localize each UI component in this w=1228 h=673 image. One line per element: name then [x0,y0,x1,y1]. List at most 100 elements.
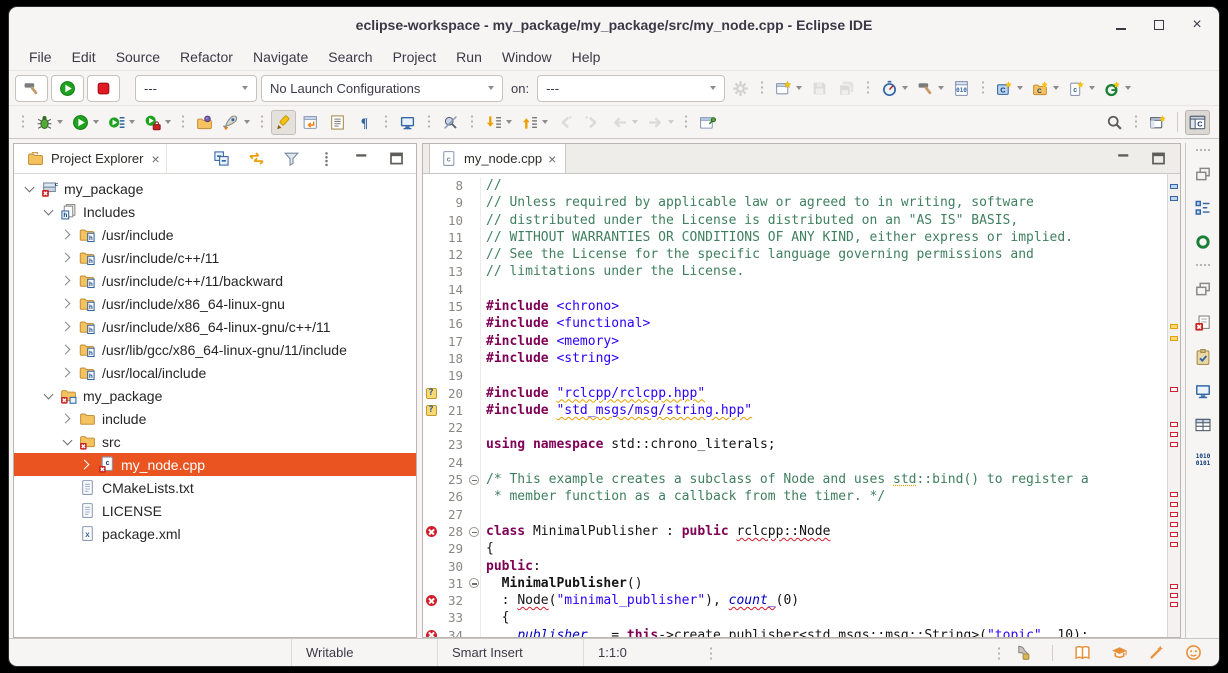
code-line-34[interactable]: 34 publisher_ = this->create_publisher<s… [423,627,1167,637]
save-all-button[interactable] [834,76,859,101]
menu-run[interactable]: Run [446,49,492,65]
chevron-down-icon[interactable] [902,86,908,90]
fold-marker-icon[interactable] [467,523,481,540]
chevron-expanded-icon[interactable] [43,206,54,217]
back-button[interactable] [607,110,641,135]
launch-mode-combo[interactable]: --- [135,75,257,102]
close-tab-icon[interactable]: × [548,151,556,167]
menu-edit[interactable]: Edit [62,49,106,65]
annotation-window-button[interactable] [298,110,323,135]
code-text[interactable]: * member function as a callback from the… [481,488,885,505]
code-line-30[interactable]: 30public: [423,558,1167,575]
code-line-8[interactable]: 8// [423,177,1167,194]
code-line-27[interactable]: 27 [423,506,1167,523]
warning-overview-mark[interactable] [1170,184,1178,189]
unresolved-include-marker-icon[interactable]: ? [426,405,437,416]
tree-item-my-package[interactable]: my_package [14,384,416,407]
restore-view-view-button[interactable] [1190,161,1215,186]
code-text[interactable]: { [481,609,509,626]
code-line-24[interactable]: 24 [423,454,1167,471]
warning-overview-mark[interactable] [1170,336,1178,341]
mark-occurrences-button[interactable] [438,110,463,135]
stop-button[interactable] [87,75,120,102]
tree-item-usr-include-x86-64-linux-gnu-c-11[interactable]: h/usr/include/x86_64-linux-gnu/c++/11 [14,315,416,338]
pin-editor-button[interactable] [695,110,720,135]
error-overview-mark[interactable] [1170,593,1178,598]
new-c-folder-button[interactable]: C [1028,76,1062,101]
code-text[interactable]: #include "std_msgs/msg/string.hpp" [481,402,752,419]
unresolved-include-marker-icon[interactable]: ? [426,388,437,399]
chevron-collapsed-icon[interactable] [62,275,73,286]
chevron-expanded-icon[interactable] [62,436,73,447]
code-line-21[interactable]: ?21#include "std_msgs/msg/string.hpp" [423,402,1167,419]
launch-target-combo[interactable]: --- [537,75,725,102]
error-overview-mark[interactable] [1170,542,1178,547]
code-text[interactable]: // distributed under the License is dist… [481,212,1018,229]
next-annotation-button[interactable] [481,110,515,135]
tasks-view-button[interactable] [1190,344,1215,369]
last-edit-forward-button[interactable]: * [580,110,605,135]
error-overview-mark[interactable] [1170,602,1178,607]
chevron-down-icon[interactable] [1017,86,1023,90]
minimize-editor-button[interactable] [1111,146,1136,171]
tree-item-package-xml[interactable]: xpackage.xml [14,522,416,545]
code-text[interactable]: // [481,177,502,194]
last-edit-back-button[interactable]: * [553,110,578,135]
tab-my-node-cpp[interactable]: c my_node.cpp × [429,144,566,173]
error-overview-mark[interactable] [1170,522,1178,527]
chevron-collapsed-icon[interactable] [81,459,92,470]
chevron-collapsed-icon[interactable] [62,252,73,263]
console-view-button[interactable] [1190,378,1215,403]
run-config-button[interactable] [104,110,138,135]
launch-config-combo[interactable]: No Launch Configurations [261,75,503,102]
graduation-cap-button[interactable] [1107,640,1132,665]
code-line-22[interactable]: 22 [423,419,1167,436]
error-marker-icon[interactable] [426,526,437,537]
menu-search[interactable]: Search [318,49,382,65]
toolbar-grip[interactable] [260,114,264,130]
tree-item-src[interactable]: src [14,430,416,453]
code-text[interactable]: #include <memory> [481,333,619,350]
toolbar-grip[interactable] [21,114,25,130]
chevron-down-icon[interactable] [165,120,171,124]
code-line-18[interactable]: 18#include <string> [423,350,1167,367]
code-line-15[interactable]: 15#include <chrono> [423,298,1167,315]
fold-marker-icon[interactable] [467,471,481,488]
code-text[interactable]: MinimalPublisher() [481,575,643,592]
code-text[interactable]: #include <functional> [481,315,650,332]
link-editor-button[interactable] [244,146,269,171]
chevron-down-icon[interactable] [542,120,548,124]
breakpoints-view-button[interactable] [1190,229,1215,254]
code-text[interactable]: class MinimalPublisher : public rclcpp::… [481,523,830,540]
error-overview-mark[interactable] [1170,492,1178,497]
error-marker-icon[interactable] [426,595,437,606]
warning-overview-mark[interactable] [1170,324,1178,329]
code-line-12[interactable]: 12// See the License for the specific la… [423,246,1167,263]
code-text[interactable]: // See the License for the specific lang… [481,246,1034,263]
minimize-window-button[interactable] [1113,17,1129,33]
menu-window[interactable]: Window [492,49,562,65]
run-button[interactable] [68,110,102,135]
code-text[interactable]: { [481,540,494,557]
pilcrow-button[interactable]: ¶ [352,110,377,135]
error-marker-icon[interactable] [426,630,437,637]
menu-navigate[interactable]: Navigate [243,49,318,65]
code-line-20[interactable]: ?20#include "rclcpp/rclcpp.hpp" [423,385,1167,402]
run-button[interactable] [51,75,84,102]
chevron-down-icon[interactable] [632,120,638,124]
code-text[interactable]: #include <chrono> [481,298,619,315]
error-overview-mark[interactable] [1170,387,1178,392]
build-button[interactable] [15,75,48,102]
code-editor[interactable]: 8//9// Unless required by applicable law… [423,174,1167,637]
chevron-down-icon[interactable] [129,120,135,124]
new-wizard-button[interactable] [771,76,805,101]
code-line-11[interactable]: 11// WITHOUT WARRANTIES OR CONDITIONS OF… [423,229,1167,246]
tree-item-cmakelists-txt[interactable]: CMakeLists.txt [14,476,416,499]
code-text[interactable]: // Unless required by applicable law or … [481,194,1034,211]
filter-button[interactable] [279,146,304,171]
source-view-button[interactable] [325,110,350,135]
chevron-down-icon[interactable] [1125,86,1131,90]
console-button[interactable] [395,110,420,135]
code-line-19[interactable]: 19 [423,367,1167,384]
handle-dots-icon[interactable] [1195,148,1211,152]
